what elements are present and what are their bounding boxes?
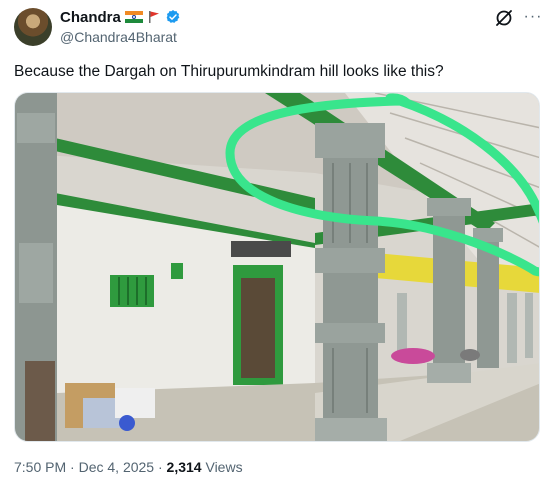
flag-india-icon [124,11,143,23]
more-icon[interactable]: ··· [522,6,544,28]
tweet-date[interactable]: Dec 4, 2025 [79,459,155,475]
tweet-time[interactable]: 7:50 PM [14,459,66,475]
grok-icon[interactable] [494,8,514,28]
author-display-name[interactable]: Chandra [60,9,121,26]
author-handle[interactable]: @Chandra4Bharat [60,29,181,45]
author-block: Chandra @Chandra4Bharat [60,8,181,45]
tweet-photo[interactable] [14,92,540,442]
dargah-photo [15,93,539,441]
meta-separator: · [70,459,75,475]
meta-separator: · [157,459,163,475]
tweet-meta: 7:50 PM · Dec 4, 2025 · 2,314 Views [14,459,243,475]
flag-red-icon [148,11,159,23]
views-label: Views [205,459,243,475]
avatar[interactable] [14,8,52,46]
tweet-text: Because the Dargah on Thirupurumkindram … [14,63,444,80]
verified-badge-icon [166,10,180,23]
views-count: 2,314 [166,459,202,475]
